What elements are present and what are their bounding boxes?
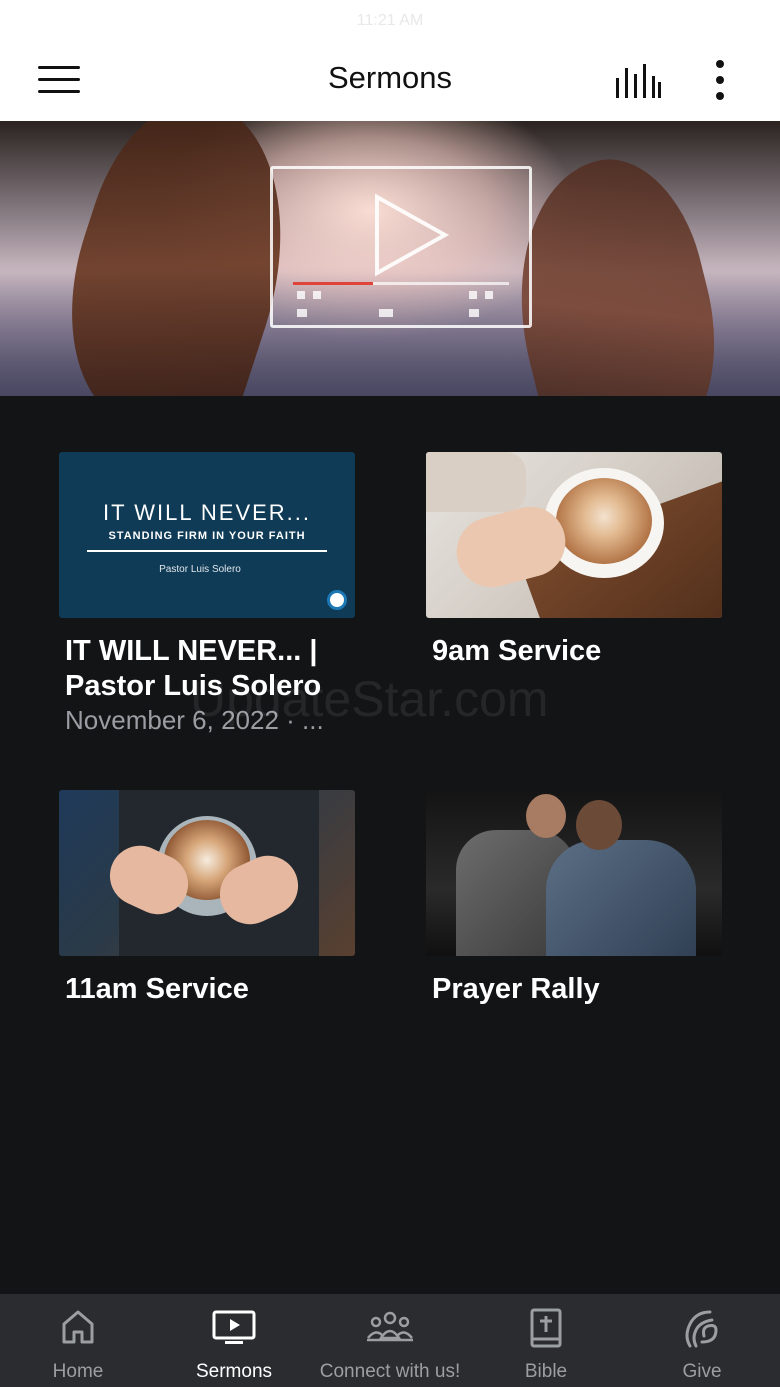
thumb-tagline: STANDING FIRM IN YOUR FAITH xyxy=(108,530,306,542)
tab-label: Connect with us! xyxy=(319,1361,461,1382)
more-vertical-icon[interactable] xyxy=(710,58,732,102)
tab-label: Sermons xyxy=(195,1361,273,1382)
give-icon xyxy=(685,1310,718,1348)
tab-label: Bible xyxy=(524,1361,568,1382)
tab-sermons[interactable]: Sermons xyxy=(156,1294,312,1387)
tv-play-icon xyxy=(212,1310,256,1344)
group-icon xyxy=(367,1311,413,1342)
tab-give[interactable]: Give xyxy=(624,1294,780,1387)
top-app-bar: Sermons xyxy=(0,40,780,121)
sermon-thumbnail xyxy=(426,452,722,618)
status-time: 11:21 AM xyxy=(356,12,424,29)
menu-icon[interactable] xyxy=(38,66,80,94)
sermon-title: 11am Service xyxy=(65,973,249,1005)
tab-connect[interactable]: Connect with us! xyxy=(312,1294,468,1387)
sermon-title: 9am Service xyxy=(432,635,602,667)
sermon-card-11am-service[interactable]: 11am Service xyxy=(59,790,355,1007)
thumb-headline: IT WILL NEVER... xyxy=(102,500,312,525)
tab-home[interactable]: Home xyxy=(0,1294,156,1387)
hero-banner-image xyxy=(0,121,780,396)
thumb-speaker: Pastor Luis Solero xyxy=(159,564,241,575)
bottom-tab-bar: Home Sermons Connect with us! Bible Give xyxy=(0,1294,780,1387)
sermon-card-prayer-rally[interactable]: Prayer Rally xyxy=(426,790,722,1007)
sermon-thumbnail xyxy=(426,790,722,956)
sermon-title: IT WILL NEVER... | Pastor Luis Solero xyxy=(65,635,322,702)
home-icon xyxy=(62,1310,94,1344)
bible-icon xyxy=(530,1308,562,1348)
sermon-card-9am-service[interactable]: 9am Service xyxy=(426,452,722,669)
church-logo-icon xyxy=(327,590,347,610)
sermon-thumbnail xyxy=(59,790,355,956)
sermon-card-it-will-never[interactable]: IT WILL NEVER... STANDING FIRM IN YOUR F… xyxy=(59,452,355,736)
tab-label: Give xyxy=(682,1361,722,1382)
status-bar: 11:21 AM xyxy=(0,0,780,40)
sermon-thumbnail: IT WILL NEVER... STANDING FIRM IN YOUR F… xyxy=(59,452,355,618)
sermon-grid: IT WILL NEVER... STANDING FIRM IN YOUR F… xyxy=(0,396,780,1294)
video-frame-graphic xyxy=(270,166,532,328)
sermon-title: Prayer Rally xyxy=(432,973,600,1005)
page-title: Sermons xyxy=(327,60,453,95)
tab-label: Home xyxy=(52,1361,104,1382)
play-icon xyxy=(375,193,450,277)
tab-bible[interactable]: Bible xyxy=(468,1294,624,1387)
audio-bars-icon[interactable] xyxy=(614,64,662,98)
sermon-date: November 6, 2022 · ... xyxy=(65,705,324,735)
